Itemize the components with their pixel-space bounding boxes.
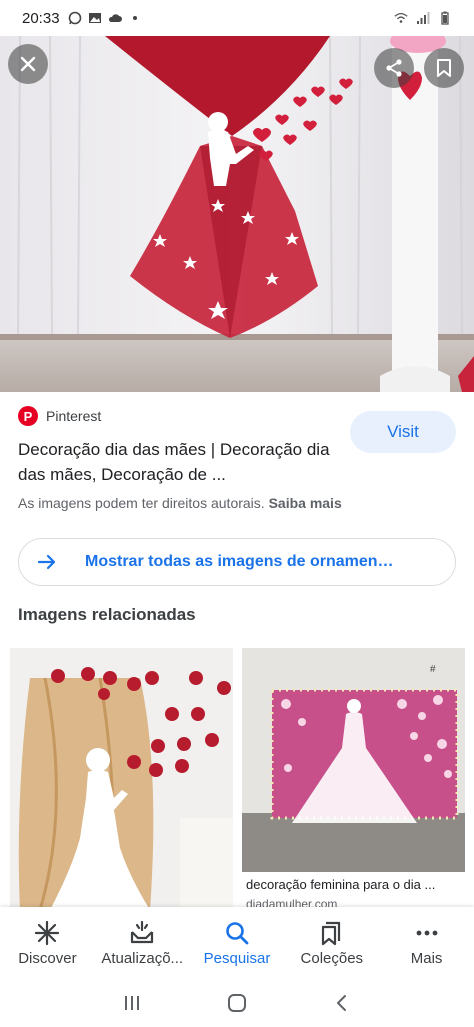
- nav-label-more: Mais: [410, 949, 443, 967]
- nav-label-discover: Discover: [18, 949, 77, 967]
- related-photo-2: #: [242, 648, 465, 872]
- decoration-photo: [0, 36, 474, 392]
- nav-search[interactable]: Pesquisar: [190, 907, 285, 979]
- pinterest-logo-icon: P: [18, 406, 38, 426]
- related-image-2[interactable]: #: [242, 648, 465, 872]
- notification-icons: [68, 11, 142, 25]
- show-all-images-button[interactable]: Mostrar todas as imagens de ornamen…: [18, 538, 456, 586]
- share-button[interactable]: [374, 48, 414, 88]
- source-name: Pinterest: [46, 408, 102, 424]
- system-navigation-bar: [0, 979, 474, 1027]
- bookmark-button[interactable]: [424, 48, 464, 88]
- copyright-notice: As imagens podem ter direitos autorais. …: [18, 495, 342, 511]
- updates-icon: [131, 920, 154, 943]
- signal-icon: [417, 12, 430, 24]
- related-photo-1: [10, 648, 233, 910]
- more-icon: [416, 930, 437, 935]
- related-image-1[interactable]: [10, 648, 233, 910]
- collections-icon: [321, 921, 340, 945]
- nav-label-updates: Atualizaçõ...: [101, 949, 184, 967]
- nav-label-search: Pesquisar: [203, 949, 271, 967]
- back-icon[interactable]: [332, 993, 352, 1013]
- system-status-icons: [394, 11, 452, 25]
- close-button[interactable]: [8, 44, 48, 84]
- home-icon[interactable]: [226, 992, 248, 1014]
- close-icon: [20, 56, 36, 72]
- nav-updates[interactable]: Atualizaçõ...: [95, 907, 190, 979]
- share-icon: [386, 59, 402, 77]
- gallery-icon: [88, 13, 101, 23]
- source-row[interactable]: P Pinterest: [18, 406, 101, 426]
- dot-icon: [132, 16, 137, 20]
- result-title[interactable]: Decoração dia das mães | Decoração dia d…: [18, 437, 336, 487]
- asterisk-icon: [35, 920, 60, 945]
- search-icon: [226, 921, 249, 944]
- nav-more[interactable]: Mais: [379, 907, 474, 979]
- wifi-icon: [394, 12, 408, 23]
- nav-label-collections: Coleções: [300, 949, 364, 967]
- nav-discover[interactable]: Discover: [0, 907, 95, 979]
- status-bar: 20:33: [0, 0, 474, 36]
- arrow-right-icon: [37, 554, 56, 570]
- whatsapp-icon: [68, 11, 81, 25]
- copyright-text: As imagens podem ter direitos autorais.: [18, 495, 265, 511]
- hero-image[interactable]: [0, 36, 474, 392]
- visit-button[interactable]: Visit: [350, 411, 456, 453]
- watermark-mark: #: [430, 664, 436, 675]
- battery-icon: [441, 11, 449, 25]
- status-time: 20:33: [22, 9, 60, 27]
- related-images-heading: Imagens relacionadas: [18, 605, 196, 624]
- recent-apps-icon[interactable]: [122, 993, 142, 1013]
- learn-more-link[interactable]: Saiba mais: [269, 495, 342, 511]
- nav-collections[interactable]: Coleções: [284, 907, 379, 979]
- cloud-icon: [108, 14, 122, 22]
- show-all-label: Mostrar todas as imagens de ornamen…: [85, 553, 394, 570]
- bottom-navigation: Discover Atualizaçõ... Pesquisar Coleçõe…: [0, 907, 474, 979]
- bookmark-icon: [437, 59, 451, 77]
- related-image-2-caption[interactable]: decoração feminina para o dia ...: [246, 877, 462, 892]
